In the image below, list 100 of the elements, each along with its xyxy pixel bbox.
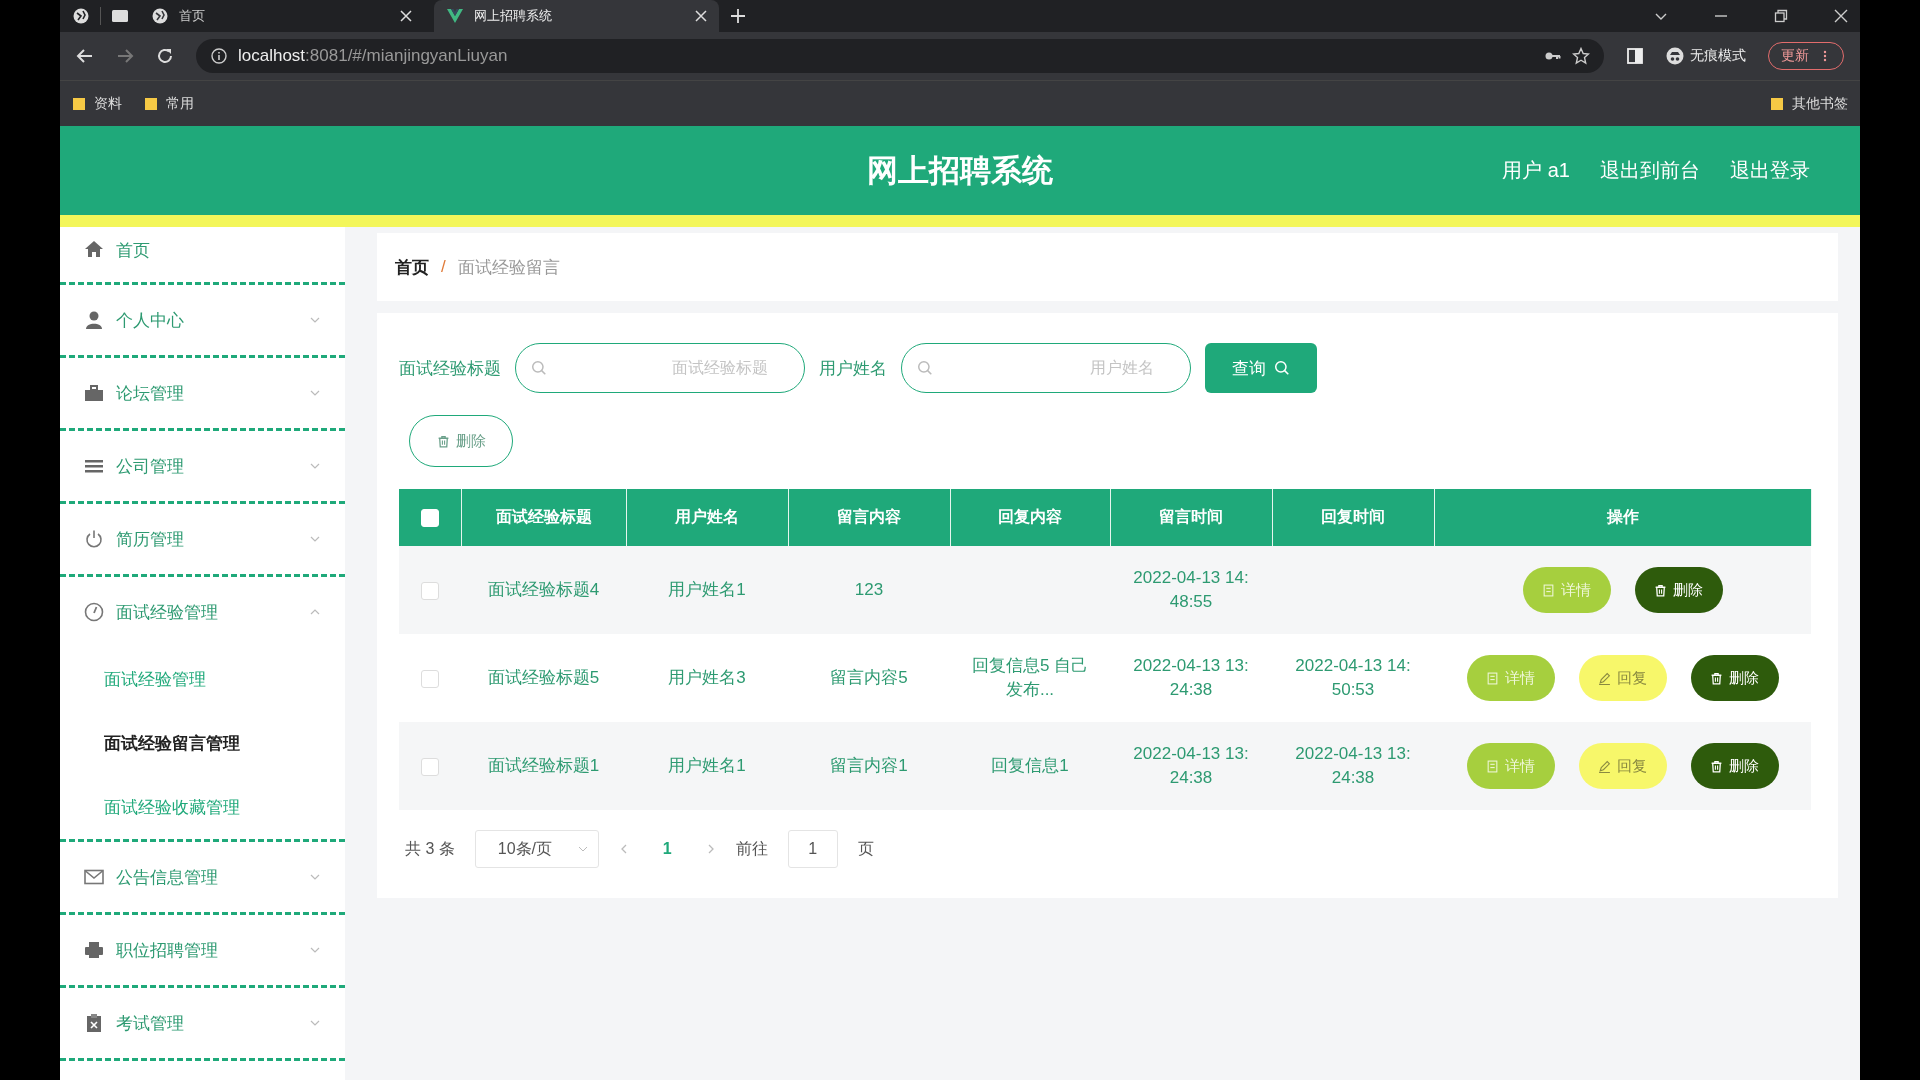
row-checkbox[interactable] [421,669,439,688]
home-icon [84,239,104,259]
delete-button[interactable]: 删除 [1634,567,1723,613]
incognito-indicator[interactable]: 无痕模式 [1666,47,1746,65]
reply-button[interactable]: 回复 [1578,743,1667,789]
table-cell: 2022-04-13 13:24:38 [1272,722,1434,810]
column-header: 留言内容 [788,489,950,546]
search-field[interactable]: 面试经验标题 [515,343,805,393]
header-link[interactable]: 退出到前台 [1600,157,1700,184]
user-icon [84,310,104,330]
trash-icon [1654,583,1667,597]
table-cell: 回复信息1 [950,722,1110,810]
chevron-down-icon [577,844,588,854]
trash-icon [436,434,450,448]
folder-icon [1770,96,1784,111]
table-cell: 面试经验标题1 [461,722,626,810]
table-cell: 面试经验标题4 [461,546,626,634]
pencil-icon [1598,759,1611,773]
document-icon [1486,759,1499,773]
table-cell: 留言内容5 [788,634,950,722]
reload-icon[interactable] [156,47,174,65]
close-icon[interactable] [1834,9,1848,23]
sidebar-item[interactable]: 面试经验管理 [60,577,345,647]
field-label: 面试经验标题 [399,357,501,380]
sidebar-item[interactable]: 职位招聘管理 [60,915,345,988]
briefcase-icon [84,383,104,403]
table-cell: 用户姓名3 [626,634,788,722]
sidebar-item[interactable]: 个人中心 [60,285,345,358]
row-checkbox[interactable] [421,581,439,600]
row-checkbox[interactable] [421,757,439,776]
table-cell: 2022-04-13 14:50:53 [1272,634,1434,722]
sidebar-item[interactable]: 论坛管理 [60,358,345,431]
header-link[interactable]: 用户 a1 [1502,157,1570,184]
document-icon [1486,671,1499,685]
delete-button[interactable]: 删除 [409,415,513,467]
column-header: 用户姓名 [626,489,788,546]
address-bar[interactable]: localhost:8081/#/mianjingyanLiuyan [196,39,1604,73]
sidebar-panel-icon[interactable] [1626,47,1644,65]
column-header: 回复时间 [1272,489,1434,546]
sidebar-subitem[interactable]: 面试经验留言管理 [60,711,345,775]
sidebar-subitem[interactable]: 面试经验管理 [60,647,345,711]
sidebar-subitem[interactable]: 面试经验收藏管理 [60,775,345,839]
trash-icon [1710,671,1723,685]
incognito-icon [1666,47,1684,65]
restore-icon[interactable] [1774,9,1788,23]
header-link[interactable]: 退出登录 [1730,157,1810,184]
delete-button[interactable]: 删除 [1690,743,1779,789]
total-count: 共 3 条 [405,838,455,859]
close-icon[interactable] [695,10,707,22]
reply-button[interactable]: 回复 [1578,655,1667,701]
gauge-icon [84,602,104,622]
power-icon [84,529,104,549]
breadcrumb-item[interactable]: 首页 [395,255,429,279]
close-icon[interactable] [400,10,412,22]
table-cell: 面试经验标题5 [461,634,626,722]
goto-label: 前往 [735,838,768,859]
forward-arrow-icon[interactable] [116,47,134,65]
bookmark-folder[interactable]: 其他书签 [1770,94,1848,113]
sidebar-item[interactable]: 公告信息管理 [60,842,345,915]
window-icon[interactable] [111,7,129,25]
query-button[interactable]: 查询 [1205,343,1317,393]
table-cell: 123 [788,546,950,634]
sidebar-item[interactable]: 考试管理 [60,988,345,1061]
table-cell: 2022-04-13 13:24:38 [1110,634,1272,722]
folder-icon [72,96,86,111]
folder-icon [144,96,158,111]
select-all-checkbox[interactable] [420,508,439,527]
search-field[interactable]: 用户姓名 [901,343,1191,393]
bookmark-folder[interactable]: 资料 [72,94,122,113]
clipboard-icon [84,1013,104,1033]
sidebar-item[interactable]: 首页 [60,227,345,285]
url-text: localhost:8081/#/mianjingyanLiuyan [238,46,508,66]
bookmark-folder[interactable]: 常用 [144,94,194,113]
sidebar-item[interactable]: 公司管理 [60,431,345,504]
column-header: 回复内容 [950,489,1110,546]
table-cell: 2022-04-13 13:24:38 [1110,722,1272,810]
table-cell: 留言内容1 [788,722,950,810]
search-icon [1274,360,1290,376]
back-arrow-icon[interactable] [76,47,94,65]
column-header: 面试经验标题 [461,489,626,546]
printer-icon [84,940,104,960]
column-header: 操作 [1434,489,1811,546]
plus-icon[interactable] [729,7,747,25]
delete-button[interactable]: 删除 [1690,655,1779,701]
trash-icon [1710,759,1723,773]
table-cell: 2022-04-13 14:48:55 [1110,546,1272,634]
info-icon [210,47,228,65]
page-number[interactable]: 1 [648,840,686,858]
pencil-icon [1598,671,1611,685]
sidebar-item[interactable]: 简历管理 [60,504,345,577]
page-suffix: 页 [857,838,874,859]
page-input[interactable]: 1 [787,830,838,868]
app-title: 网上招聘系统 [867,151,1053,190]
browser-tab[interactable]: 首页 [139,0,424,32]
table-cell: 用户姓名1 [626,722,788,810]
table-cell: 用户姓名1 [626,546,788,634]
column-header: 留言时间 [1110,489,1272,546]
page-size-select[interactable]: 10条/页 [474,830,599,868]
star-icon[interactable] [1572,47,1590,65]
browser-tab[interactable]: 网上招聘系统 [434,0,719,32]
